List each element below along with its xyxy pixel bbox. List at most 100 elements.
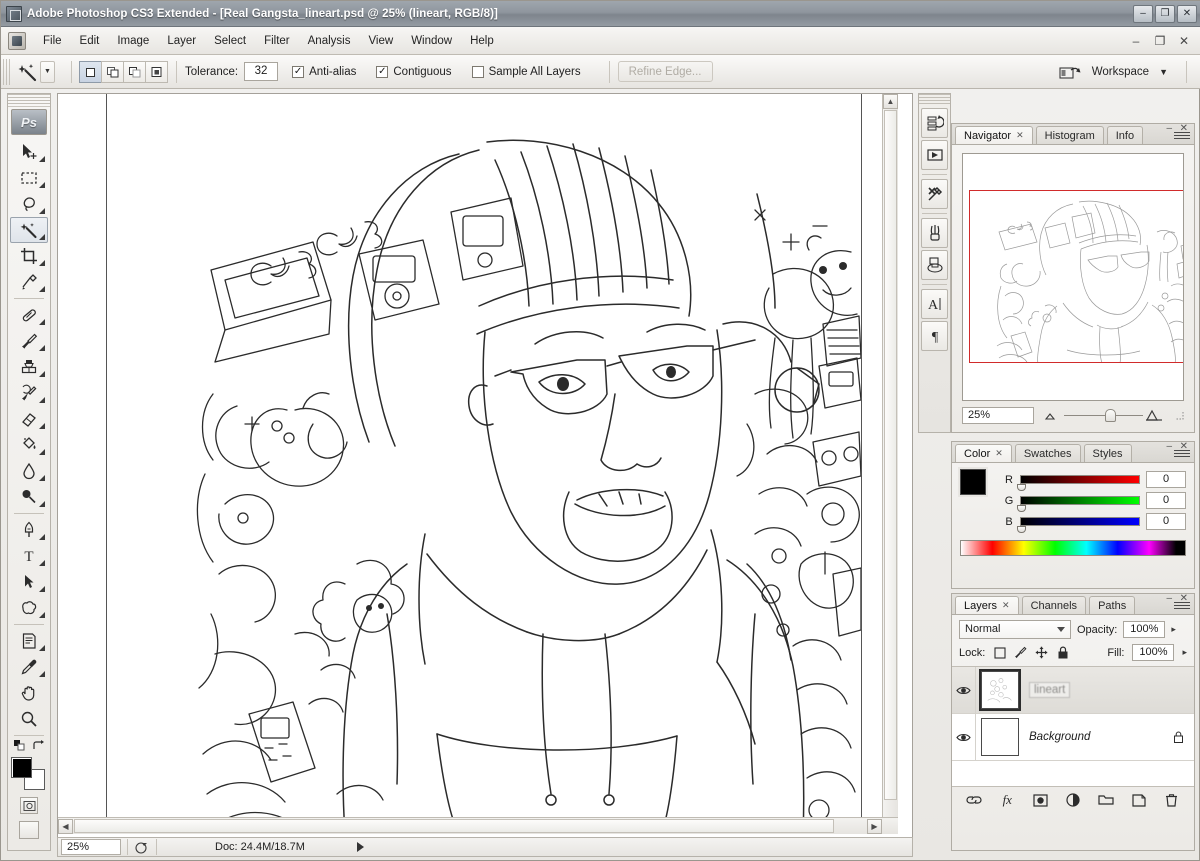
custom-shape-tool[interactable]	[10, 595, 48, 621]
tab-histogram[interactable]: Histogram	[1035, 126, 1104, 144]
opacity-input[interactable]: 100%	[1123, 621, 1166, 638]
navigator-slider-knob[interactable]	[1104, 409, 1116, 422]
subtract-from-selection-button[interactable]	[123, 60, 146, 83]
zoom-tool[interactable]	[10, 706, 48, 732]
menu-filter[interactable]: Filter	[255, 31, 299, 51]
photoshop-document-icon[interactable]	[8, 31, 26, 50]
tab-channels[interactable]: Channels	[1021, 596, 1087, 614]
document-close-button[interactable]: ✕	[1177, 34, 1191, 48]
workspace-chevron-down-icon[interactable]: ▼	[1159, 67, 1168, 77]
blue-value-input[interactable]: 0	[1146, 513, 1186, 530]
tab-info[interactable]: Info	[1106, 126, 1144, 144]
navigator-zoom-slider[interactable]	[1042, 407, 1167, 424]
layer-thumbnail[interactable]	[981, 718, 1019, 756]
menu-layer[interactable]: Layer	[158, 31, 205, 51]
spot-healing-brush-tool[interactable]	[10, 302, 48, 328]
blur-tool[interactable]	[10, 458, 48, 484]
restore-button[interactable]: ❐	[1155, 4, 1175, 23]
table-row[interactable]: lineart	[952, 667, 1194, 714]
scroll-right-arrow[interactable]: ▶	[867, 819, 882, 834]
workspace-label[interactable]: Workspace	[1092, 66, 1149, 78]
crop-tool[interactable]	[10, 243, 48, 269]
color-minimize-button[interactable]: –	[1166, 441, 1172, 452]
pen-tool[interactable]	[10, 517, 48, 543]
red-slider-knob[interactable]	[1017, 484, 1026, 491]
path-selection-tool[interactable]	[10, 569, 48, 595]
layer-name-input[interactable]: lineart	[1029, 682, 1071, 698]
clone-stamp-tool[interactable]	[10, 354, 48, 380]
dodge-tool[interactable]	[10, 484, 48, 510]
document-horizontal-scrollbar[interactable]: ◀ ▶	[58, 817, 898, 834]
brushes-panel-button[interactable]	[921, 218, 948, 248]
close-icon[interactable]: ✕	[1016, 130, 1024, 141]
refine-edge-button[interactable]: Refine Edge...	[617, 61, 713, 82]
layers-minimize-button[interactable]: –	[1166, 593, 1172, 604]
new-layer-button[interactable]	[1129, 790, 1149, 810]
history-panel-button[interactable]	[921, 108, 948, 138]
menu-edit[interactable]: Edit	[71, 31, 109, 51]
lock-all-button[interactable]	[1056, 646, 1069, 659]
menu-analysis[interactable]: Analysis	[299, 31, 360, 51]
blue-slider-knob[interactable]	[1017, 526, 1026, 533]
tab-layers[interactable]: Layers ✕	[955, 596, 1019, 614]
anti-alias-option[interactable]: ✓ Anti-alias	[292, 65, 362, 78]
navigator-minimize-button[interactable]: –	[1166, 123, 1172, 134]
screen-mode-button[interactable]	[19, 821, 39, 839]
move-tool[interactable]	[10, 139, 48, 165]
navigator-thumbnail[interactable]	[962, 153, 1184, 401]
green-value-input[interactable]: 0	[1146, 492, 1186, 509]
menu-image[interactable]: Image	[108, 31, 158, 51]
document-vertical-scrollbar[interactable]: ▲ ▼	[882, 94, 898, 834]
red-slider-track[interactable]	[1017, 475, 1140, 491]
status-expand-arrow[interactable]	[356, 842, 364, 852]
eraser-tool[interactable]	[10, 406, 48, 432]
red-value-input[interactable]: 0	[1146, 471, 1186, 488]
horizontal-scroll-thumb[interactable]	[74, 819, 834, 833]
zoom-in-mountain-icon[interactable]	[1145, 407, 1163, 422]
intersect-with-selection-button[interactable]	[145, 60, 168, 83]
add-layer-mask-button[interactable]	[1030, 790, 1050, 810]
eyedropper-tool[interactable]	[10, 654, 48, 680]
lock-transparent-pixels-button[interactable]	[993, 646, 1006, 659]
hand-tool[interactable]	[10, 680, 48, 706]
contiguous-option[interactable]: ✓ Contiguous	[376, 65, 457, 78]
canvas-area[interactable]: ▲ ▼ ◀ ▶	[58, 94, 898, 834]
zoom-out-mountain-icon[interactable]	[1044, 409, 1058, 421]
layer-list[interactable]: lineart Background	[952, 667, 1194, 787]
sample-all-layers-option[interactable]: Sample All Layers	[471, 65, 587, 78]
switch-colors-icon[interactable]	[31, 739, 45, 753]
table-row[interactable]: Background	[952, 714, 1194, 761]
paragraph-panel-button[interactable]: ¶	[921, 321, 948, 351]
anti-alias-checkbox[interactable]: ✓	[292, 65, 305, 78]
lock-image-pixels-button[interactable]	[1014, 646, 1027, 659]
lasso-tool[interactable]	[10, 191, 48, 217]
close-icon[interactable]: ✕	[995, 448, 1003, 459]
rectangular-marquee-tool[interactable]	[10, 165, 48, 191]
magic-wand-tool[interactable]	[10, 217, 48, 243]
new-group-button[interactable]	[1096, 790, 1116, 810]
scroll-up-arrow[interactable]: ▲	[883, 94, 898, 109]
tolerance-input[interactable]: 32	[244, 62, 279, 81]
new-selection-button[interactable]	[79, 60, 102, 83]
paint-bucket-tool[interactable]	[10, 432, 48, 458]
brush-tool[interactable]	[10, 328, 48, 354]
type-tool[interactable]: T	[10, 543, 48, 569]
clone-source-panel-button[interactable]	[921, 250, 948, 280]
document-restore-button[interactable]: ❐	[1153, 34, 1167, 48]
delete-layer-button[interactable]	[1161, 790, 1181, 810]
menu-file[interactable]: File	[34, 31, 71, 51]
foreground-color-swatch[interactable]	[958, 467, 988, 497]
notes-tool[interactable]	[10, 628, 48, 654]
zoom-level-input[interactable]: 25%	[61, 839, 121, 855]
layer-visibility-toggle[interactable]	[952, 714, 976, 760]
green-slider-track[interactable]	[1017, 496, 1140, 512]
fill-stepper-arrow[interactable]: ▸	[1182, 647, 1187, 658]
character-panel-button[interactable]: A	[921, 289, 948, 319]
green-slider-knob[interactable]	[1017, 505, 1026, 512]
menu-window[interactable]: Window	[402, 31, 461, 51]
default-colors-icon[interactable]	[13, 739, 27, 753]
blue-slider-track[interactable]	[1017, 517, 1140, 533]
new-adjustment-layer-button[interactable]	[1063, 790, 1083, 810]
navigator-zoom-input[interactable]: 25%	[962, 407, 1034, 424]
navigator-view-box[interactable]	[969, 190, 1183, 363]
